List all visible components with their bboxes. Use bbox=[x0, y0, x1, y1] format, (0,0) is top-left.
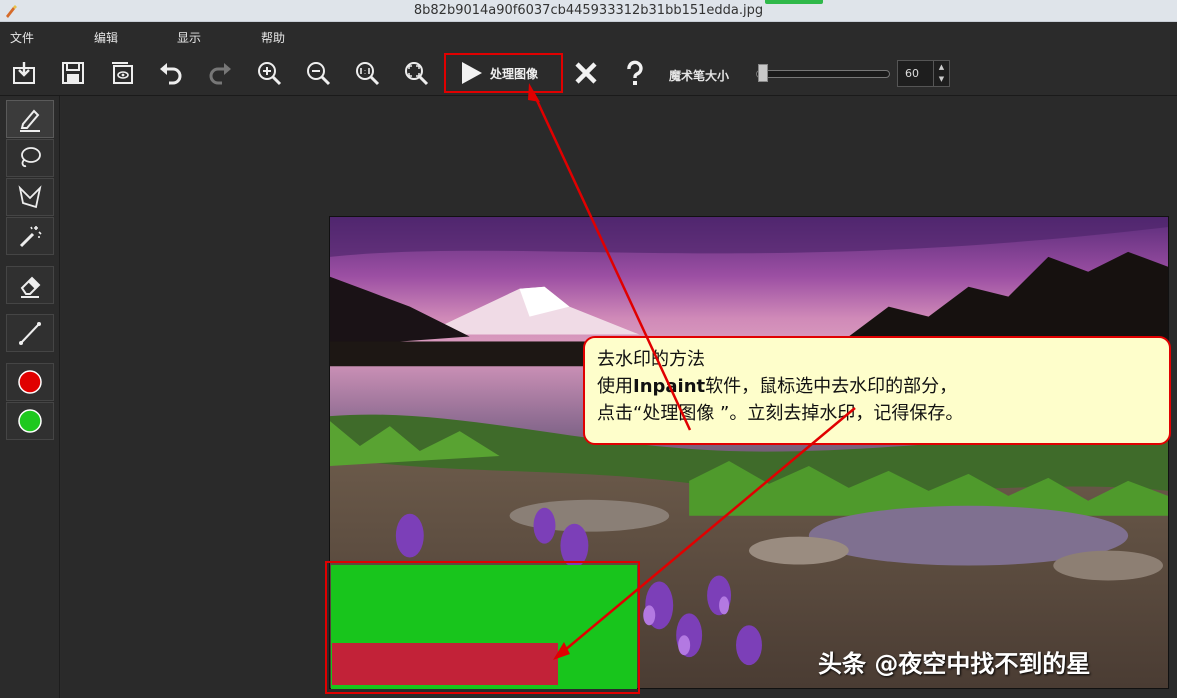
annotation-callout: 去水印的方法 使用Inpaint软件，鼠标选中去水印的部分， 点击“处理图像 ”… bbox=[583, 336, 1171, 445]
lasso-icon bbox=[21, 147, 41, 168]
red-color-swatch[interactable] bbox=[6, 363, 54, 401]
callout-line-3: 点击“处理图像 ”。立刻去掉水印，记得保存。 bbox=[597, 403, 964, 424]
zoom-in-icon bbox=[258, 62, 282, 86]
brush-size-slider-thumb[interactable] bbox=[758, 64, 768, 82]
magic-wand-tool[interactable] bbox=[6, 217, 54, 255]
eraser-tool[interactable] bbox=[6, 266, 54, 304]
callout-line-2-prefix: 使用 bbox=[597, 376, 633, 397]
open-button[interactable] bbox=[9, 58, 39, 88]
save-as-button[interactable] bbox=[107, 58, 137, 88]
toolbar: 处理图像 魔术笔大小 60 ▲ ▼ bbox=[0, 50, 1177, 96]
help-icon bbox=[627, 60, 643, 85]
window-title: 8b82b9014a90f6037cb445933312b31bb151edda… bbox=[413, 3, 764, 18]
tool-panel bbox=[0, 96, 60, 698]
zoom-1-1-icon bbox=[356, 62, 380, 86]
spin-arrows[interactable]: ▲ ▼ bbox=[933, 61, 949, 86]
undo-button[interactable] bbox=[156, 58, 186, 88]
polygon-lasso-tool[interactable] bbox=[6, 178, 54, 216]
eraser-icon bbox=[20, 276, 41, 298]
play-icon bbox=[462, 62, 482, 84]
red-color-icon bbox=[18, 370, 42, 394]
redo-icon bbox=[209, 63, 231, 85]
save-as-icon bbox=[112, 62, 133, 84]
green-color-swatch[interactable] bbox=[6, 402, 54, 440]
cancel-button[interactable] bbox=[571, 58, 601, 88]
open-icon bbox=[13, 62, 35, 84]
brush-size-value: 60 bbox=[905, 67, 919, 80]
callout-line-2-bold: Inpaint bbox=[633, 376, 706, 397]
undo-icon bbox=[160, 63, 182, 85]
marker-icon bbox=[20, 109, 40, 132]
line-icon bbox=[19, 322, 41, 345]
selection-highlight-box bbox=[325, 561, 640, 694]
callout-line-1: 去水印的方法 bbox=[597, 349, 705, 370]
fit-icon bbox=[405, 62, 429, 86]
brush-size-spinbox[interactable]: 60 ▲ ▼ bbox=[897, 60, 950, 87]
fit-button[interactable] bbox=[401, 58, 431, 88]
lasso-tool[interactable] bbox=[6, 139, 54, 177]
process-image-button[interactable]: 处理图像 bbox=[444, 53, 563, 93]
marker-tool[interactable] bbox=[6, 100, 54, 138]
menu-help[interactable]: 帮助 bbox=[261, 29, 285, 46]
zoom-out-icon bbox=[307, 62, 331, 86]
magic-wand-icon bbox=[19, 226, 42, 248]
brush-size-label: 魔术笔大小 bbox=[669, 69, 730, 83]
line-tool[interactable] bbox=[6, 314, 54, 352]
help-button[interactable] bbox=[620, 58, 650, 88]
brush-size-slider[interactable] bbox=[756, 70, 890, 78]
zoom-in-button[interactable] bbox=[254, 58, 284, 88]
watermark-text: 头条 @夜空中找不到的星 bbox=[818, 650, 1091, 678]
menu-edit[interactable]: 编辑 bbox=[94, 29, 118, 46]
process-image-label: 处理图像 bbox=[490, 66, 539, 81]
menu-file[interactable]: 文件 bbox=[10, 29, 34, 46]
polygon-lasso-icon bbox=[18, 185, 42, 209]
callout-line-2: 使用Inpaint软件，鼠标选中去水印的部分， bbox=[597, 373, 1157, 400]
title-bar: 8b82b9014a90f6037cb445933312b31bb151edda… bbox=[0, 0, 1177, 22]
close-icon bbox=[575, 62, 597, 84]
zoom-1-1-button[interactable] bbox=[352, 58, 382, 88]
callout-line-2-suffix: 软件，鼠标选中去水印的部分， bbox=[705, 376, 958, 397]
save-icon bbox=[62, 62, 84, 84]
menu-bar: 文件 编辑 显示 帮助 bbox=[0, 23, 1177, 50]
green-color-icon bbox=[18, 409, 42, 433]
save-button[interactable] bbox=[58, 58, 88, 88]
menu-view[interactable]: 显示 bbox=[177, 29, 201, 46]
redo-button[interactable] bbox=[205, 58, 235, 88]
zoom-out-button[interactable] bbox=[303, 58, 333, 88]
